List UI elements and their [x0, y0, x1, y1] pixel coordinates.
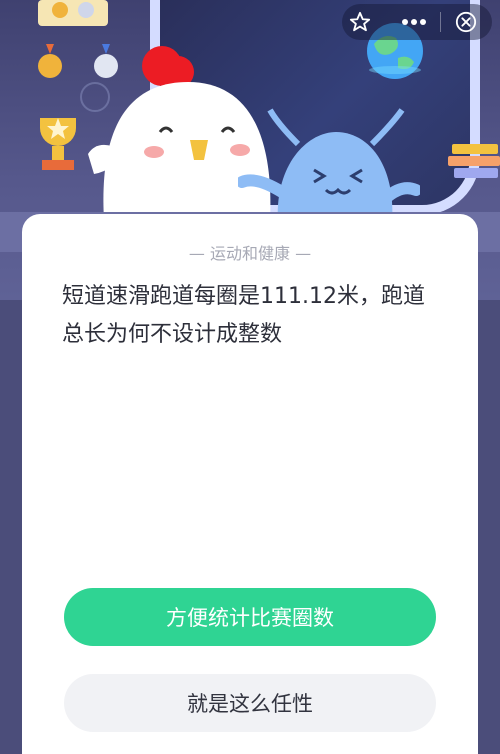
more-dots-icon	[402, 19, 426, 25]
more-button[interactable]	[392, 4, 436, 40]
close-icon	[455, 11, 477, 33]
answer-option-1-label: 方便统计比赛圈数	[166, 606, 334, 630]
star-outline-icon	[349, 11, 371, 32]
divider	[440, 12, 441, 32]
close-button[interactable]	[448, 4, 484, 40]
answer-option-2-label: 就是这么任性	[187, 692, 313, 716]
question-card: — 运动和健康 — 短道速滑跑道每圈是111.12米，跑道总长为何不设计成整数 …	[22, 214, 478, 754]
blue-mascot-illustration	[238, 108, 420, 224]
top-action-bar	[342, 4, 492, 40]
question-text: 短道速滑跑道每圈是111.12米，跑道总长为何不设计成整数	[62, 284, 425, 347]
books-illustration	[448, 144, 500, 178]
favorite-button[interactable]	[342, 4, 378, 40]
category-label: — 运动和健康 —	[188, 244, 312, 263]
answer-option-2-button[interactable]: 就是这么任性	[64, 674, 436, 732]
answer-option-1-button[interactable]: 方便统计比赛圈数	[64, 588, 436, 646]
